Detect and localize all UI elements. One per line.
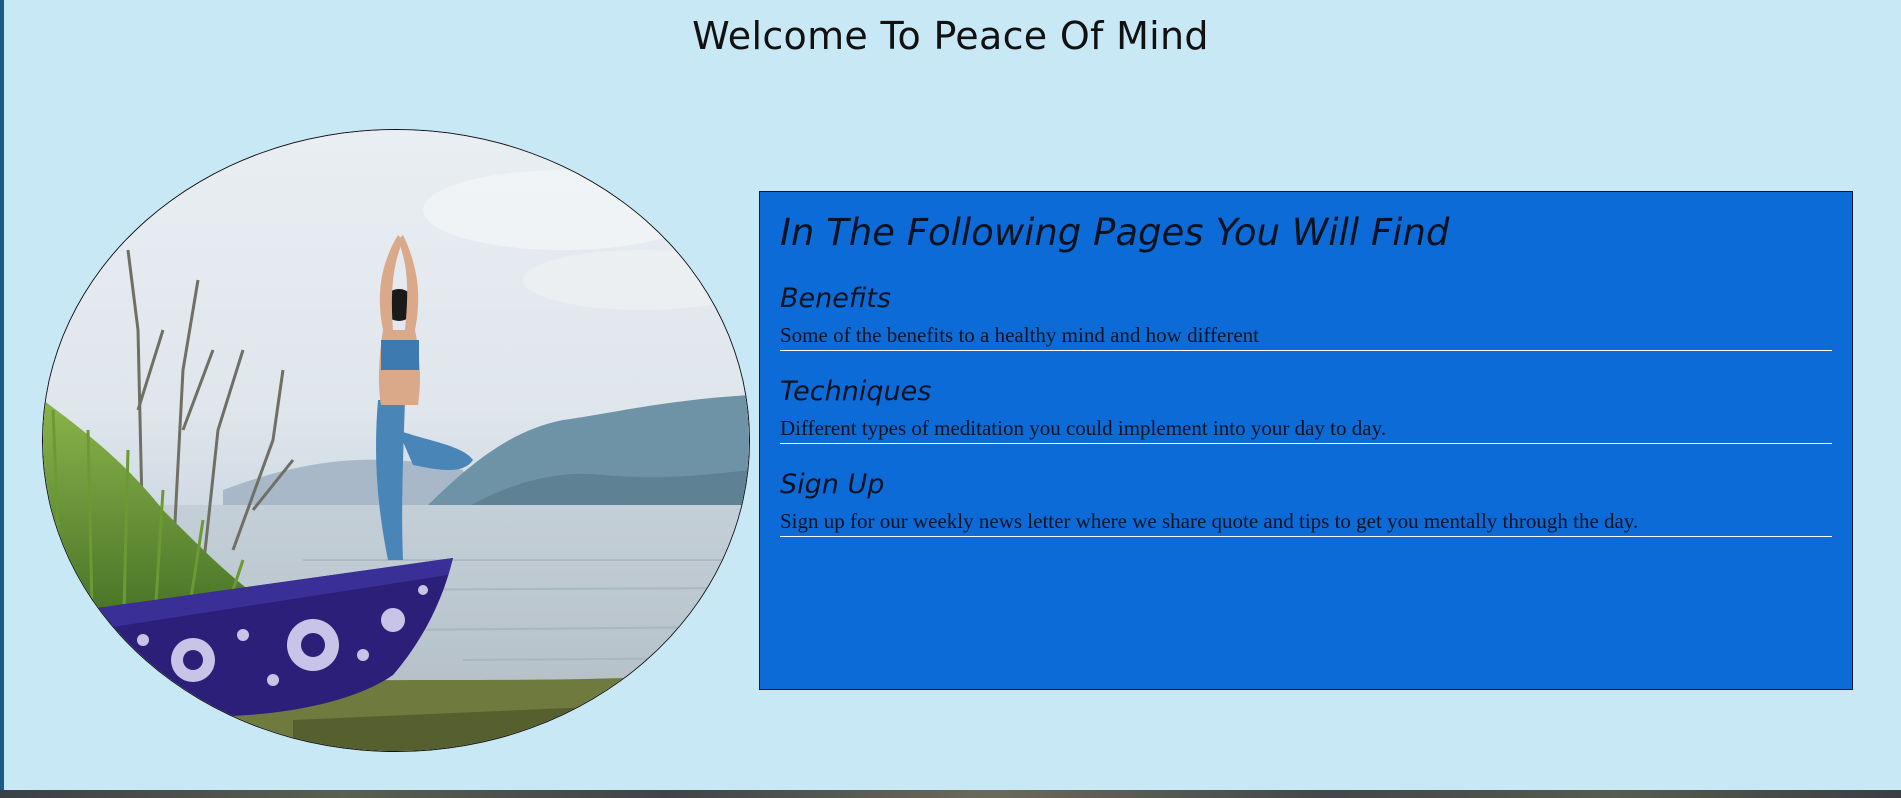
section-benefits: Benefits Some of the benefits to a healt… [780, 284, 1832, 351]
left-edge-bar [0, 0, 4, 798]
section-sign-up: Sign Up Sign up for our weekly news lett… [780, 470, 1832, 537]
hero-image [42, 129, 750, 752]
bottom-image-strip [0, 790, 1901, 798]
info-panel: In The Following Pages You Will Find Ben… [759, 191, 1853, 690]
section-title-sign-up[interactable]: Sign Up [780, 470, 1832, 500]
page-title: Welcome To Peace Of Mind [692, 14, 1209, 58]
section-title-techniques[interactable]: Techniques [780, 377, 1832, 407]
yoga-photo-illustration [43, 130, 749, 751]
info-heading: In The Following Pages You Will Find [780, 211, 1450, 254]
section-title-benefits[interactable]: Benefits [780, 284, 1832, 314]
section-text-techniques: Different types of meditation you could … [780, 415, 1832, 444]
section-text-sign-up: Sign up for our weekly news letter where… [780, 508, 1832, 537]
section-techniques: Techniques Different types of meditation… [780, 377, 1832, 444]
section-text-benefits: Some of the benefits to a healthy mind a… [780, 322, 1832, 351]
